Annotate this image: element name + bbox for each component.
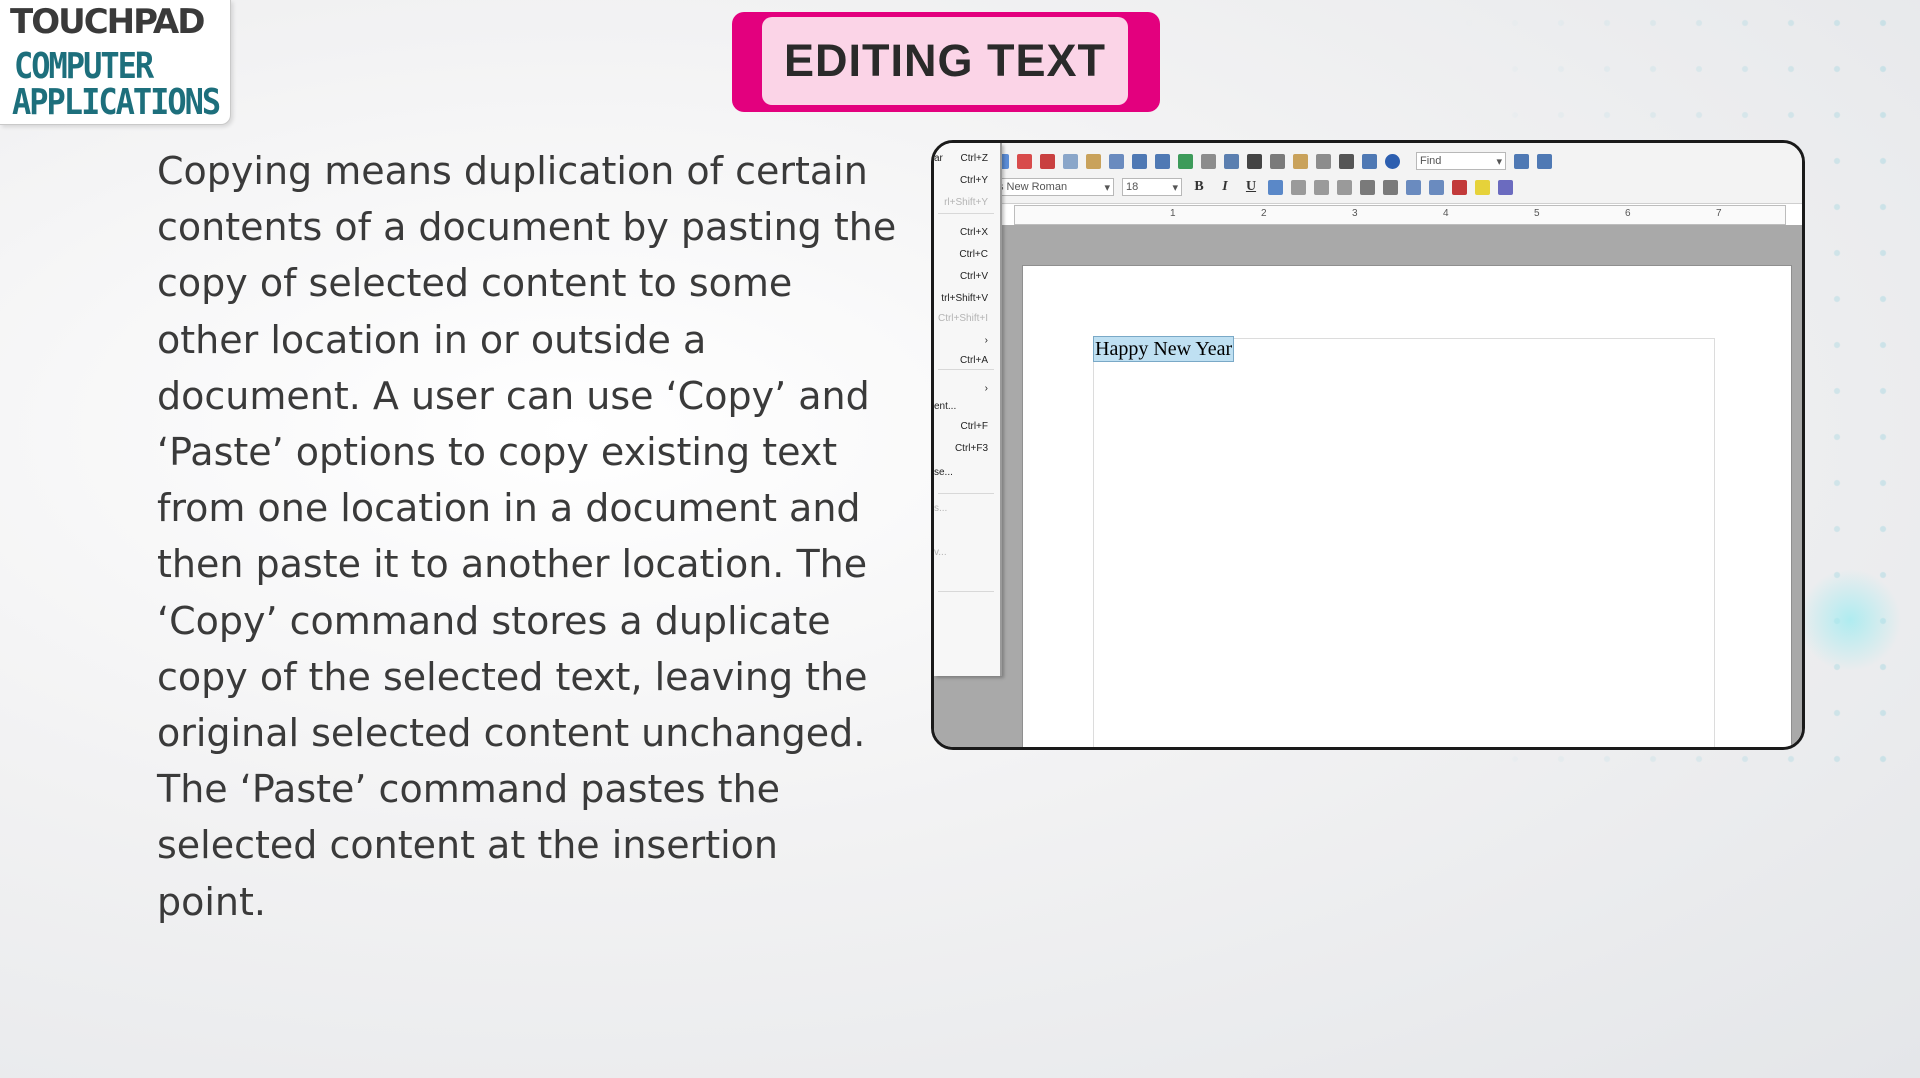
menu-item-shortcut: › <box>984 383 988 394</box>
page-title: EDITING TEXT <box>762 17 1128 105</box>
menu-item-shortcut: Ctrl+X <box>959 227 988 238</box>
logo-line-1: COMPUTER <box>14 45 154 87</box>
formatting-marks-icon[interactable] <box>1339 153 1354 169</box>
align-center-icon[interactable] <box>1291 179 1306 195</box>
logo-brand: TOUCHPAD <box>10 2 205 42</box>
datasource-icon[interactable] <box>1316 153 1331 169</box>
find-previous-icon[interactable] <box>1537 153 1552 169</box>
find-input[interactable]: Find ▾ <box>1416 152 1506 170</box>
ruler-number: 4 <box>1443 208 1449 219</box>
menu-item-shortcut: Ctrl+V <box>959 271 988 282</box>
font-color-icon[interactable] <box>1452 179 1467 195</box>
menu-separator <box>938 493 994 494</box>
document-page[interactable]: Happy New Year <box>1022 265 1792 747</box>
menu-item-shortcut: trl+Shift+V <box>941 293 988 304</box>
font-name-value: s New Roman <box>998 181 1068 193</box>
selected-text[interactable]: Happy New Year <box>1093 336 1235 362</box>
font-size-box[interactable]: 18 ▾ <box>1122 178 1182 196</box>
title-banner: EDITING TEXT <box>732 12 1160 112</box>
chevron-down-icon: ▾ <box>1496 155 1502 168</box>
chevron-down-icon: ▾ <box>1172 181 1178 194</box>
standard-toolbar: Find ▾ <box>994 149 1552 173</box>
align-left-icon[interactable] <box>1268 179 1283 195</box>
menu-item-shortcut: Ctrl+Y <box>959 175 988 186</box>
menu-item-shortcut: Ctrl+F <box>960 421 989 432</box>
align-right-icon[interactable] <box>1314 179 1329 195</box>
chevron-down-icon: ▾ <box>1104 181 1110 194</box>
highlight-icon[interactable] <box>1475 179 1490 195</box>
menu-item-label: ar <box>934 153 943 164</box>
menu-separator <box>938 369 994 370</box>
menu-item-shortcut: Ctrl+C <box>959 249 988 260</box>
ruler-number: 6 <box>1625 208 1631 219</box>
horizontal-ruler: 1 2 3 4 5 6 7 <box>1014 205 1786 225</box>
paste-icon[interactable] <box>1086 153 1101 169</box>
menu-separator <box>938 591 994 592</box>
writer-toolbar: Find ▾ s New Roman ▾ 18 ▾ B I U <box>934 143 1802 204</box>
underline-button[interactable]: U <box>1242 179 1260 195</box>
ruler-number: 3 <box>1352 208 1358 219</box>
edit-menu: ar Ctrl+Z Ctrl+Y rl+Shift+Y Ctrl+X Ctrl+C Ctrl… <box>934 143 1002 676</box>
menu-item-shortcut: rl+Shift+Y <box>944 197 988 208</box>
ruler-number: 2 <box>1261 208 1267 219</box>
cut-icon[interactable] <box>1040 153 1055 169</box>
logo-line-2: APPLICATIONS <box>12 81 221 123</box>
gallery-icon[interactable] <box>1293 153 1308 169</box>
autocheck-icon[interactable] <box>1017 153 1032 169</box>
justify-icon[interactable] <box>1337 179 1352 195</box>
ruler-number: 1 <box>1170 208 1176 219</box>
menu-item-shortcut: Ctrl+Shift+I <box>937 313 988 324</box>
background-glow <box>1790 560 1910 680</box>
menu-item-label: se... <box>934 467 953 478</box>
redo-icon[interactable] <box>1155 153 1170 169</box>
help-icon[interactable] <box>1385 153 1400 169</box>
menu-item-label: ent... <box>934 401 957 412</box>
numbering-icon[interactable] <box>1360 179 1375 195</box>
table-icon[interactable] <box>1201 153 1216 169</box>
find-placeholder: Find <box>1420 155 1442 167</box>
body-paragraph: Copying means duplication of certain con… <box>157 149 897 924</box>
draw-icon[interactable] <box>1224 153 1239 169</box>
text-boundary <box>1093 338 1715 747</box>
font-name-box[interactable]: s New Roman ▾ <box>994 178 1114 196</box>
menu-item-label: s... <box>934 503 948 514</box>
formatting-toolbar: s New Roman ▾ 18 ▾ B I U <box>994 175 1513 199</box>
menu-item-shortcut: Ctrl+F3 <box>954 443 988 454</box>
find-replace-icon[interactable] <box>1247 153 1262 169</box>
writer-screenshot: Find ▾ s New Roman ▾ 18 ▾ B I U 1 2 3 4 … <box>931 140 1805 750</box>
undo-icon[interactable] <box>1132 153 1147 169</box>
zoom-icon[interactable] <box>1362 153 1377 169</box>
navigator-icon[interactable] <box>1270 153 1285 169</box>
menu-item-shortcut: Ctrl+Z <box>960 153 989 164</box>
copy-icon[interactable] <box>1063 153 1078 169</box>
ruler-number: 7 <box>1716 208 1722 219</box>
touchpad-logo: TOUCHPAD COMPUTER APPLICATIONS <box>0 0 231 125</box>
indent-icon[interactable] <box>1406 179 1421 195</box>
find-next-icon[interactable] <box>1514 153 1529 169</box>
menu-separator <box>938 213 994 214</box>
clone-format-icon[interactable] <box>1109 153 1124 169</box>
background-color-icon[interactable] <box>1498 179 1513 195</box>
hyperlink-icon[interactable] <box>1178 153 1193 169</box>
italic-button[interactable]: I <box>1216 179 1234 195</box>
menu-item-shortcut: › <box>984 335 988 346</box>
menu-item-shortcut: Ctrl+A <box>959 355 988 366</box>
ruler-number: 5 <box>1534 208 1540 219</box>
bullets-icon[interactable] <box>1383 179 1398 195</box>
outdent-icon[interactable] <box>1429 179 1444 195</box>
font-size-value: 18 <box>1126 181 1139 193</box>
bold-button[interactable]: B <box>1190 179 1208 195</box>
menu-item-label: v... <box>934 547 947 558</box>
